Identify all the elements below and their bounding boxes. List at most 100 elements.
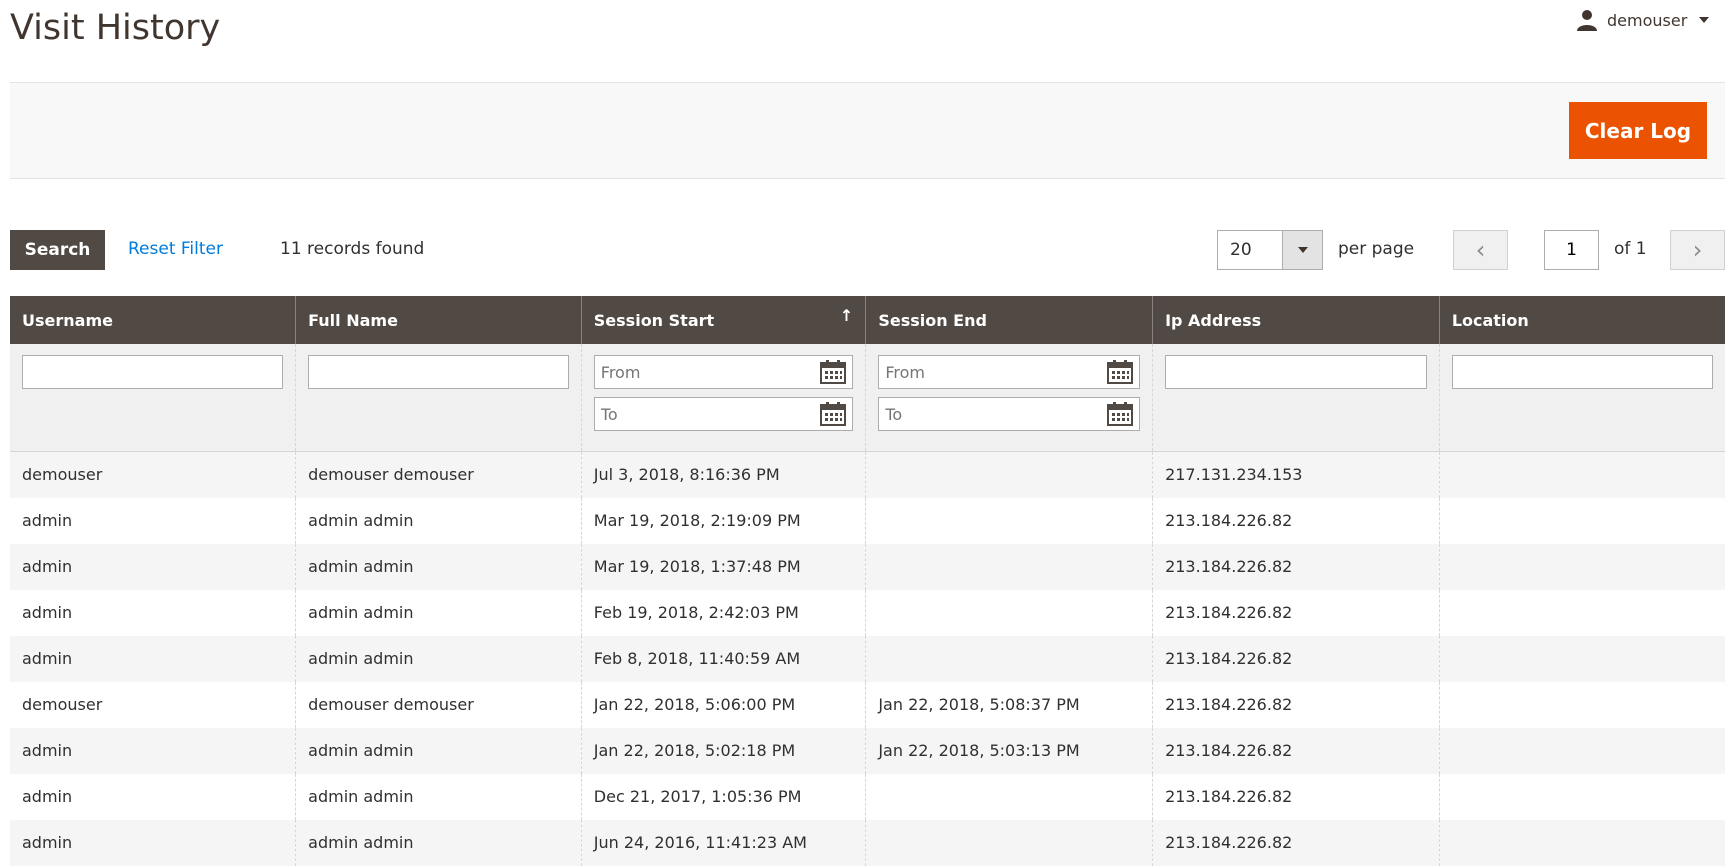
filter-cell-username bbox=[10, 344, 296, 452]
grid-toolbar: Search Reset Filter 11 records found 20 … bbox=[10, 230, 1725, 270]
column-header-full-name[interactable]: Full Name bbox=[295, 296, 582, 344]
grid-header-row: Username Full Name Session Start ↑ Sessi… bbox=[10, 296, 1725, 344]
cell-username: admin bbox=[22, 511, 73, 530]
cell-session-start: Feb 19, 2018, 2:42:03 PM bbox=[580, 589, 866, 636]
session-start-to-field bbox=[593, 397, 854, 431]
session-end-to-field bbox=[878, 397, 1141, 431]
session-end-to-input[interactable] bbox=[879, 398, 1140, 430]
cell-username: admin bbox=[22, 603, 73, 622]
cell-session-start: Mar 19, 2018, 2:19:09 PM bbox=[580, 497, 866, 544]
filter-row bbox=[10, 344, 1725, 452]
cell-session-end: Jan 22, 2018, 5:03:13 PM bbox=[865, 727, 1153, 774]
cell-ip-address: 213.184.226.82 bbox=[1152, 773, 1440, 820]
table-row[interactable]: admin admin admin Jan 22, 2018, 5:02:18 … bbox=[10, 727, 1725, 774]
cell-location bbox=[1438, 727, 1725, 774]
user-icon bbox=[1577, 10, 1597, 31]
visit-history-grid: Username Full Name Session Start ↑ Sessi… bbox=[10, 296, 1725, 866]
calendar-icon[interactable] bbox=[820, 360, 847, 384]
per-page-label: per page bbox=[1338, 239, 1415, 259]
cell-location bbox=[1438, 773, 1725, 820]
filter-full-name-input[interactable] bbox=[308, 355, 569, 389]
table-row[interactable]: admin admin admin Feb 19, 2018, 2:42:03 … bbox=[10, 589, 1725, 636]
cell-username: demouser bbox=[10, 451, 296, 498]
cell-session-start: Jul 3, 2018, 8:16:36 PM bbox=[580, 451, 866, 498]
cell-username: demouser bbox=[22, 695, 103, 714]
session-start-from-field bbox=[593, 355, 854, 389]
cell-location bbox=[1438, 497, 1725, 544]
cell-session-start: Jan 22, 2018, 5:02:18 PM bbox=[580, 727, 866, 774]
sort-ascending-icon: ↑ bbox=[839, 306, 854, 325]
next-page-button[interactable]: › bbox=[1670, 230, 1725, 270]
cell-session-end bbox=[865, 497, 1153, 544]
cell-session-end bbox=[865, 773, 1153, 820]
column-header-username[interactable]: Username bbox=[10, 296, 296, 344]
filter-cell-ip-address bbox=[1152, 344, 1440, 452]
user-menu[interactable]: demouser bbox=[1575, 8, 1710, 32]
table-row[interactable]: admin admin admin Feb 8, 2018, 11:40:59 … bbox=[10, 635, 1725, 682]
page-number-input[interactable] bbox=[1544, 230, 1599, 270]
cell-session-start: Mar 19, 2018, 1:37:48 PM bbox=[580, 543, 866, 590]
column-header-label: Session Start bbox=[593, 310, 715, 330]
cell-session-end bbox=[865, 543, 1153, 590]
chevron-left-icon: ‹ bbox=[1475, 236, 1486, 264]
cell-full-name: admin admin bbox=[295, 589, 582, 636]
table-row[interactable]: demouser demouser demouser Jul 3, 2018, … bbox=[10, 451, 1725, 498]
per-page-value: 20 bbox=[1230, 240, 1252, 260]
cell-session-end: Jan 22, 2018, 5:08:37 PM bbox=[865, 681, 1153, 728]
per-page-select[interactable]: 20 bbox=[1217, 230, 1323, 270]
filter-location-input[interactable] bbox=[1451, 355, 1713, 389]
user-name: demouser bbox=[1607, 10, 1688, 30]
cell-username: admin bbox=[10, 543, 296, 590]
column-header-session-start[interactable]: Session Start ↑ bbox=[580, 296, 866, 344]
cell-username: admin bbox=[10, 635, 296, 682]
filter-ip-address-input[interactable] bbox=[1165, 355, 1427, 389]
table-row[interactable]: admin admin admin Mar 19, 2018, 1:37:48 … bbox=[10, 543, 1725, 590]
calendar-icon[interactable] bbox=[820, 402, 847, 426]
cell-location bbox=[1438, 543, 1725, 590]
cell-full-name: admin admin bbox=[295, 635, 582, 682]
filter-cell-full-name bbox=[295, 344, 582, 452]
session-start-to-input[interactable] bbox=[594, 398, 853, 430]
cell-full-name: admin admin bbox=[295, 773, 582, 820]
session-end-from-field bbox=[878, 355, 1141, 389]
table-row[interactable]: demouser demouser demouser Jan 22, 2018,… bbox=[10, 681, 1725, 728]
records-count: 11 records found bbox=[280, 239, 425, 259]
filter-cell-session-start bbox=[580, 344, 866, 452]
chevron-right-icon: › bbox=[1692, 236, 1703, 264]
chevron-down-icon bbox=[1699, 17, 1710, 23]
cell-session-end bbox=[865, 635, 1153, 682]
column-header-ip-address[interactable]: Ip Address bbox=[1152, 296, 1440, 344]
cell-session-start: Jan 22, 2018, 5:06:00 PM bbox=[580, 681, 866, 728]
table-row[interactable]: admin admin admin Dec 21, 2017, 1:05:36 … bbox=[10, 773, 1725, 820]
search-button[interactable]: Search bbox=[10, 230, 105, 270]
cell-full-name: admin admin bbox=[295, 727, 582, 774]
filter-username-input[interactable] bbox=[22, 355, 284, 389]
column-header-session-end[interactable]: Session End bbox=[865, 296, 1153, 344]
cell-ip-address: 213.184.226.82 bbox=[1152, 589, 1440, 636]
cell-ip-address: 213.184.226.82 bbox=[1152, 727, 1440, 774]
cell-ip-address: 213.184.226.82 bbox=[1152, 681, 1440, 728]
previous-page-button[interactable]: ‹ bbox=[1453, 230, 1508, 270]
cell-location bbox=[1438, 589, 1725, 636]
chevron-down-icon bbox=[1297, 247, 1308, 253]
cell-session-start: Dec 21, 2017, 1:05:36 PM bbox=[580, 773, 866, 820]
cell-location bbox=[1438, 451, 1725, 498]
cell-ip-address: 213.184.226.82 bbox=[1152, 543, 1440, 590]
cell-ip-address: 213.184.226.82 bbox=[1152, 497, 1440, 544]
per-page-toggle[interactable] bbox=[1282, 231, 1322, 269]
cell-full-name: admin admin bbox=[295, 543, 582, 590]
cell-full-name: admin admin bbox=[295, 497, 582, 544]
cell-location bbox=[1438, 681, 1725, 728]
cell-session-end bbox=[865, 589, 1153, 636]
calendar-icon[interactable] bbox=[1107, 360, 1134, 384]
cell-username: admin bbox=[10, 727, 296, 774]
session-start-from-input[interactable] bbox=[594, 356, 853, 388]
cell-session-end bbox=[865, 451, 1153, 498]
clear-log-button[interactable]: Clear Log bbox=[1569, 102, 1707, 159]
table-row[interactable]: admin admin admin Mar 19, 2018, 2:19:09 … bbox=[10, 497, 1725, 544]
session-end-from-input[interactable] bbox=[879, 356, 1140, 388]
reset-filter-link[interactable]: Reset Filter bbox=[128, 239, 223, 259]
calendar-icon[interactable] bbox=[1107, 402, 1134, 426]
cell-username: admin bbox=[22, 787, 73, 806]
column-header-location[interactable]: Location bbox=[1438, 296, 1725, 344]
